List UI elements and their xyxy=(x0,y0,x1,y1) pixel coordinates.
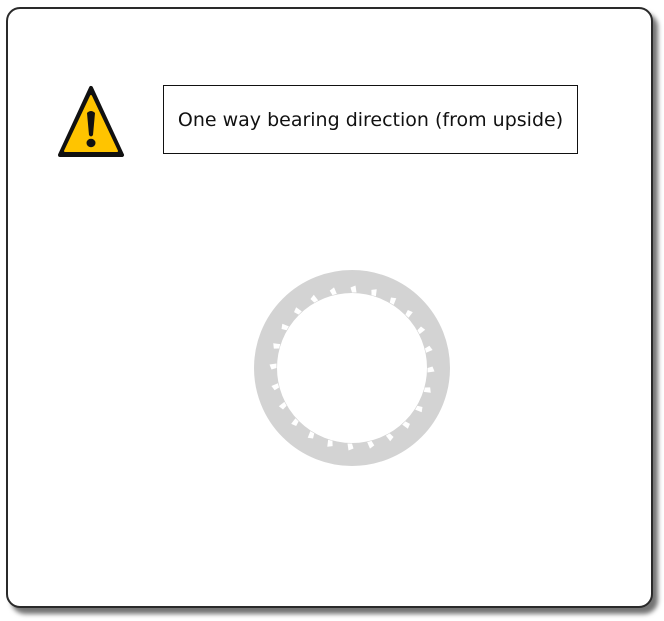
caption-text: One way bearing direction (from upside) xyxy=(177,108,564,131)
one-way-bearing-icon xyxy=(254,270,450,466)
diagram-frame: One way bearing direction (from upside) xyxy=(6,7,653,608)
bearing-ring xyxy=(254,270,450,466)
caption-box: One way bearing direction (from upside) xyxy=(163,85,578,154)
warning-triangle-icon xyxy=(58,86,124,157)
